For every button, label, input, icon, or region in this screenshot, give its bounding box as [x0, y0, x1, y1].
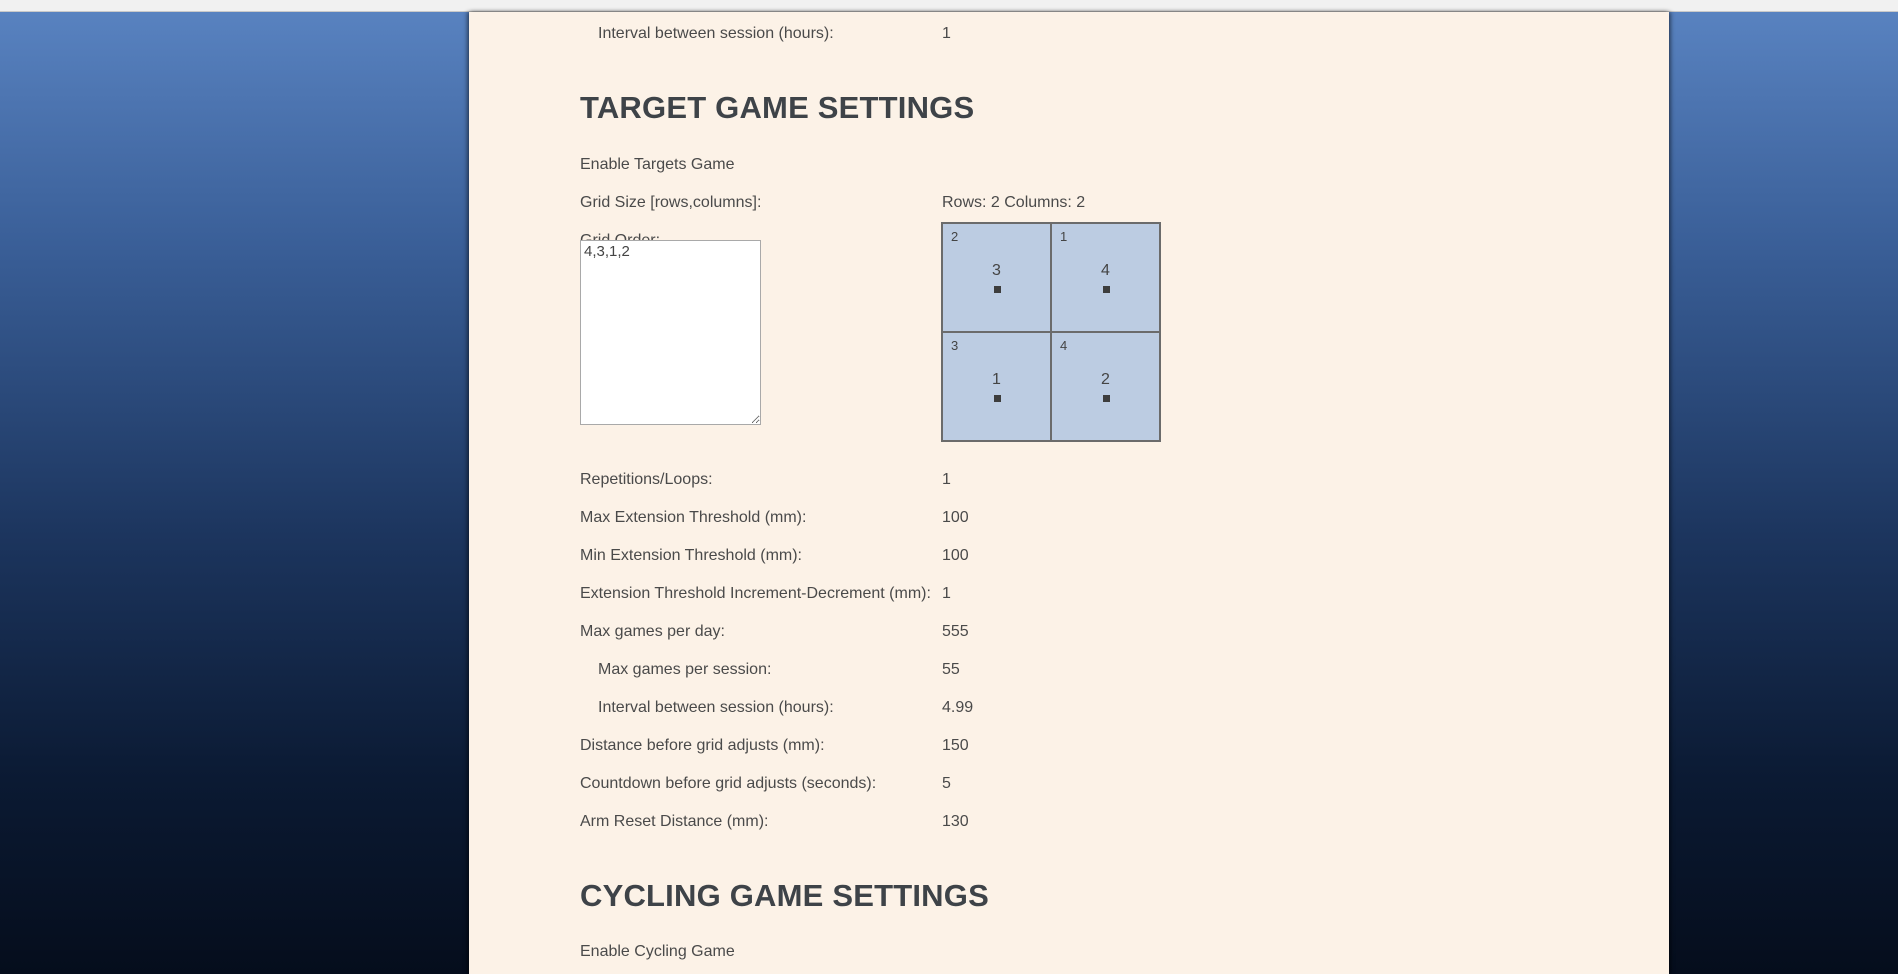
setting-label: Extension Threshold Increment-Decrement …	[580, 585, 931, 602]
setting-label: Min Extension Threshold (mm):	[580, 547, 802, 564]
target-dot-icon	[1102, 286, 1110, 293]
target-dot-icon	[993, 395, 1001, 402]
grid-size-label: Grid Size [rows,columns]:	[580, 194, 762, 211]
grid-cell-order-number: 1	[992, 371, 1001, 388]
cycling-game-heading: CYCLING GAME SETTINGS	[580, 878, 989, 913]
grid-cell-order-number: 4	[1101, 262, 1110, 279]
target-dot-icon	[1102, 395, 1110, 402]
enable-targets-game[interactable]: Enable Targets Game	[580, 155, 734, 175]
setting-value: 1	[942, 471, 951, 488]
setting-label: Max Extension Threshold (mm):	[580, 509, 807, 526]
setting-value: 4.99	[942, 699, 974, 716]
setting-label: Distance before grid adjusts (mm):	[580, 737, 825, 754]
setting-value: 5	[942, 775, 951, 792]
setting-label: Arm Reset Distance (mm):	[580, 813, 769, 830]
top-interval-label: Interval between session (hours):	[598, 25, 834, 42]
grid-cell[interactable]: 2 3	[942, 223, 1051, 332]
setting-label: Interval between session (hours):	[598, 699, 834, 716]
grid-preview: 2 3 1 4 3 1 4 2	[941, 222, 1161, 442]
target-game-heading: TARGET GAME SETTINGS	[580, 90, 975, 125]
setting-value: 100	[942, 547, 969, 564]
grid-cell-corner-number: 2	[951, 229, 959, 244]
grid-size-value: Rows: 2 Columns: 2	[942, 194, 1086, 211]
setting-value: 1	[942, 585, 951, 602]
grid-cell-corner-number: 4	[1060, 338, 1068, 353]
setting-label: Repetitions/Loops:	[580, 471, 713, 488]
setting-value: 55	[942, 661, 960, 678]
setting-value: 555	[942, 623, 969, 640]
grid-order-textarea[interactable]: 4,3,1,2	[580, 240, 761, 425]
grid-cell-order-number: 3	[992, 262, 1001, 279]
setting-label: Max games per day:	[580, 623, 725, 640]
enable-cycling-game[interactable]: Enable Cycling Game	[580, 942, 735, 962]
grid-cell[interactable]: 1 4	[1051, 223, 1160, 332]
target-dot-icon	[993, 286, 1001, 293]
setting-label: Countdown before grid adjusts (seconds):	[580, 775, 877, 792]
top-interval-value: 1	[942, 25, 951, 42]
grid-cell-corner-number: 1	[1060, 229, 1068, 244]
setting-label: Max games per session:	[598, 661, 772, 678]
grid-cell[interactable]: 4 2	[1051, 332, 1160, 441]
grid-cell-order-number: 2	[1101, 371, 1110, 388]
setting-value: 130	[942, 813, 969, 830]
grid-cell[interactable]: 3 1	[942, 332, 1051, 441]
grid-cell-corner-number: 3	[951, 338, 959, 353]
setting-value: 100	[942, 509, 969, 526]
settings-panel: Interval between session (hours): 1 TARG…	[469, 12, 1669, 974]
setting-value: 150	[942, 737, 969, 754]
browser-top-edge	[0, 0, 1898, 12]
